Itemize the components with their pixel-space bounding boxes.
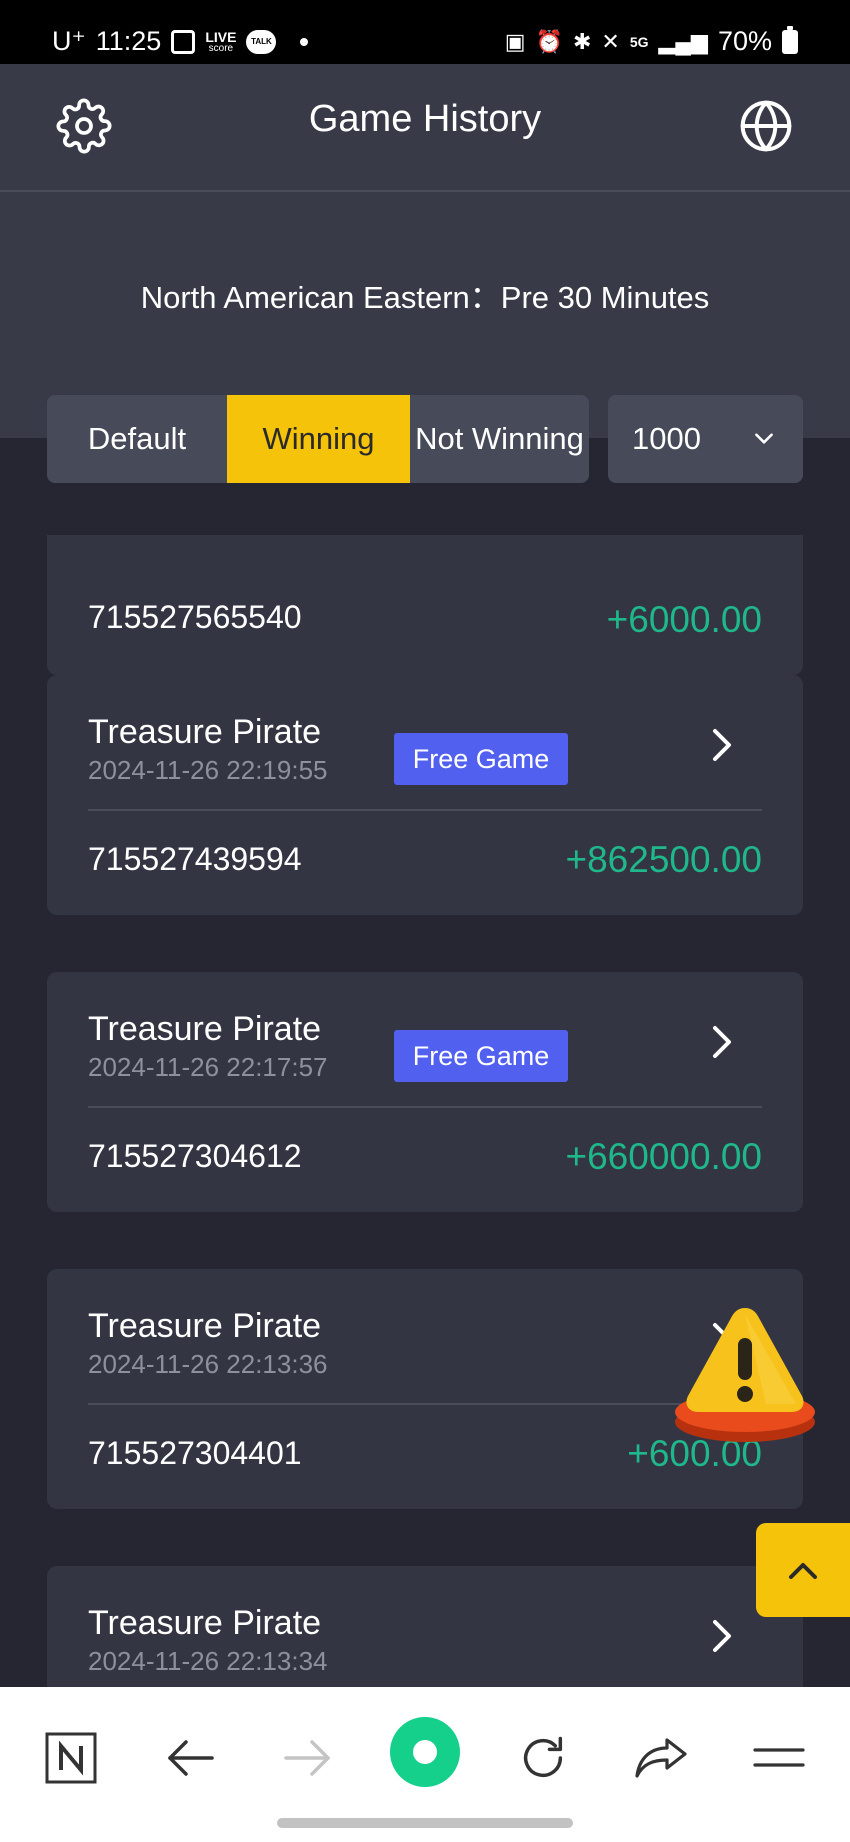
more-notifications-dot <box>300 37 309 46</box>
back-button[interactable] <box>155 1723 225 1793</box>
app-header: Game History <box>0 64 850 192</box>
free-game-badge: Free Game <box>394 733 568 785</box>
tab-winning[interactable]: Winning <box>227 395 410 483</box>
game-name: Treasure Pirate <box>88 1604 322 1642</box>
gallery-notification-icon <box>171 29 196 54</box>
chevron-right-icon[interactable] <box>707 725 737 765</box>
game-datetime: 2024-11-26 22:13:36 <box>88 1349 328 1379</box>
warning-icon[interactable] <box>670 1300 820 1450</box>
history-card[interactable]: Treasure Pirate 2024-11-26 22:13:34 <box>47 1566 803 1687</box>
history-card[interactable]: Treasure Pirate 2024-11-26 22:17:57 Free… <box>47 972 803 1212</box>
order-id: 715527439594 <box>88 841 302 877</box>
record-count-value: 1000 <box>632 421 701 456</box>
forward-arrow-icon <box>284 1740 330 1776</box>
history-list[interactable]: 715527565540 +6000.00 Treasure Pirate 20… <box>0 535 850 1687</box>
page-title: Game History <box>308 98 542 140</box>
nfc-icon: ▣ <box>504 28 526 54</box>
chevron-right-icon[interactable] <box>707 1022 737 1062</box>
reload-button[interactable] <box>508 1723 578 1793</box>
clock: 11:25 <box>95 26 162 56</box>
chevron-up-icon <box>789 1563 817 1579</box>
scroll-to-top-button[interactable] <box>756 1523 850 1617</box>
carrier-label: U⁺ <box>52 26 86 56</box>
timezone-label: North American Eastern：Pre 30 Minutes <box>140 280 710 315</box>
result-filter-tabs: Default Winning Not Winning <box>47 395 589 483</box>
naver-home-button[interactable] <box>36 1723 106 1793</box>
history-card[interactable]: 715527565540 +6000.00 <box>47 535 803 675</box>
game-datetime: 2024-11-26 22:17:57 <box>88 1052 328 1082</box>
chevron-down-icon <box>755 433 773 444</box>
language-button[interactable] <box>738 98 794 154</box>
game-datetime: 2024-11-26 22:19:55 <box>88 755 328 785</box>
order-id: 715527304401 <box>88 1435 302 1471</box>
game-datetime: 2024-11-26 22:13:34 <box>88 1646 328 1676</box>
tab-default[interactable]: Default <box>47 395 227 483</box>
tab-not-winning[interactable]: Not Winning <box>410 395 589 483</box>
mute-icon: ✕ <box>601 28 620 54</box>
free-game-badge: Free Game <box>394 1030 568 1082</box>
win-amount: +6000.00 <box>606 599 762 640</box>
share-icon <box>635 1738 687 1778</box>
livescore-sub-label: score <box>208 42 234 54</box>
livescore-label: LIVE <box>205 28 237 45</box>
battery-percentage: 70% <box>717 26 772 56</box>
card-divider <box>88 1106 762 1108</box>
game-name: Treasure Pirate <box>88 713 322 751</box>
livescore-notification-icon: LIVE score <box>205 30 236 54</box>
green-dot-button[interactable] <box>390 1717 460 1787</box>
talk-notification-icon: TALK <box>246 29 277 54</box>
naver-n-icon <box>45 1732 97 1784</box>
order-id: 715527565540 <box>88 599 302 635</box>
back-arrow-icon <box>168 1740 214 1776</box>
chevron-right-icon[interactable] <box>707 1616 737 1656</box>
reload-icon <box>523 1736 563 1778</box>
menu-icon <box>753 1748 805 1767</box>
win-amount: +862500.00 <box>565 839 762 880</box>
bluetooth-icon: ✱ <box>572 28 592 54</box>
history-card[interactable]: Treasure Pirate 2024-11-26 22:19:55 Free… <box>47 675 803 915</box>
status-bar: U⁺ 11:25 LIVE score TALK ▣ ⏰ ✱ ✕ 5G ▂▄▆ … <box>0 0 850 64</box>
share-button[interactable] <box>626 1723 696 1793</box>
card-divider <box>88 1403 762 1405</box>
globe-icon <box>740 100 792 152</box>
order-id: 715527304612 <box>88 1138 302 1174</box>
record-count-dropdown[interactable]: 1000 <box>608 395 803 483</box>
menu-button[interactable] <box>744 1723 814 1793</box>
home-circle-icon <box>390 1717 460 1787</box>
card-divider <box>88 809 762 811</box>
game-name: Treasure Pirate <box>88 1307 322 1345</box>
signal-icon: ▂▄▆ <box>658 28 708 54</box>
alarm-icon: ⏰ <box>535 28 563 54</box>
forward-button[interactable] <box>273 1723 343 1793</box>
battery-icon <box>782 25 798 54</box>
network-type-label: 5G <box>629 33 649 50</box>
home-indicator[interactable] <box>277 1818 573 1828</box>
game-name: Treasure Pirate <box>88 1010 322 1048</box>
win-amount: +660000.00 <box>565 1136 762 1177</box>
